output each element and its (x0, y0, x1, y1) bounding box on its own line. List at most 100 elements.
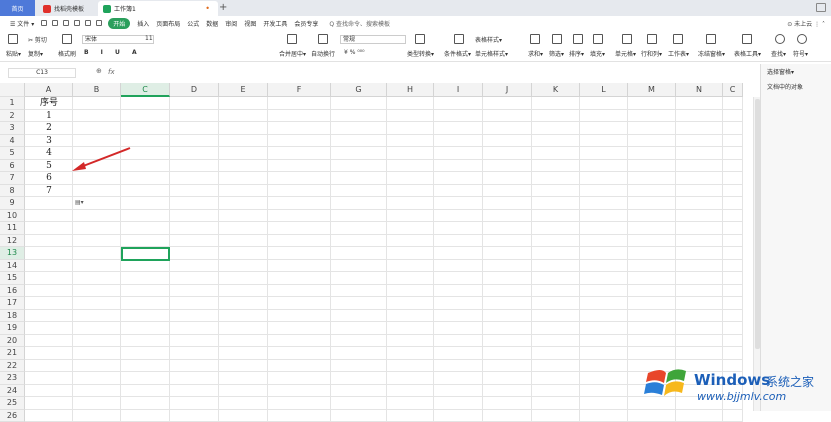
menu-member[interactable]: 会员专享 (294, 19, 318, 28)
scrollbar-thumb[interactable] (755, 99, 760, 349)
column-header[interactable]: A (25, 83, 73, 97)
tab-template[interactable]: 找稻壳模板 (38, 1, 96, 16)
table-tools-icon[interactable] (742, 34, 752, 44)
wrap-icon[interactable] (318, 34, 328, 44)
sum-button[interactable]: 求和▾ (528, 49, 543, 58)
filter-button[interactable]: 筛选▾ (549, 49, 564, 58)
row-header[interactable]: 25 (0, 397, 25, 410)
column-header[interactable]: I (434, 83, 483, 97)
window-layout-icon[interactable] (816, 3, 826, 12)
row-header[interactable]: 4 (0, 135, 25, 148)
row-header[interactable]: 21 (0, 347, 25, 360)
find-icon[interactable] (775, 34, 785, 44)
undo-icon[interactable] (85, 20, 91, 26)
sort-icon[interactable] (573, 34, 583, 44)
unsaved-dot-icon[interactable]: • (205, 4, 210, 13)
row-header[interactable]: 17 (0, 297, 25, 310)
fx-icon[interactable]: fx (108, 68, 115, 76)
spreadsheet-grid[interactable]: ABCDEFGHIJKLMNC1234567891011121314151617… (0, 83, 760, 411)
paste-icon[interactable] (8, 34, 18, 44)
new-tab-button[interactable]: + (219, 2, 227, 13)
sheet-button[interactable]: 工作表▾ (668, 49, 689, 58)
row-header[interactable]: 24 (0, 385, 25, 398)
zoom-icon[interactable]: ⊕ (96, 67, 102, 75)
sheet-icon[interactable] (673, 34, 683, 44)
selected-cell[interactable] (121, 247, 170, 261)
menu-start[interactable]: 开始 (108, 18, 130, 29)
format-painter-icon[interactable] (62, 34, 72, 44)
row-header[interactable]: 2 (0, 110, 25, 123)
format-painter-button[interactable]: 格式刷 (58, 49, 76, 58)
data-cell[interactable]: 2 (25, 122, 73, 135)
row-header[interactable]: 15 (0, 272, 25, 285)
fill-icon[interactable] (593, 34, 603, 44)
column-header[interactable]: C (723, 83, 743, 97)
row-header[interactable]: 9 (0, 197, 25, 210)
row-header[interactable]: 12 (0, 235, 25, 248)
row-header[interactable]: 6 (0, 160, 25, 173)
column-header[interactable]: E (219, 83, 268, 97)
cut-button[interactable]: ✂ 剪切 (28, 35, 47, 44)
cells-button[interactable]: 单元格▾ (615, 49, 636, 58)
cond-format-icon[interactable] (454, 34, 464, 44)
row-header[interactable]: 20 (0, 335, 25, 348)
row-header[interactable]: 23 (0, 372, 25, 385)
copy-button[interactable]: 复制▾ (28, 49, 43, 58)
menu-insert[interactable]: 插入 (137, 19, 149, 28)
table-tools-button[interactable]: 表格工具▾ (734, 49, 761, 58)
symbol-button[interactable]: 符号▾ (793, 49, 808, 58)
save-icon[interactable] (41, 20, 47, 26)
cloud-status[interactable]: ⊙ 未上云 ⋮ ˄ (787, 19, 825, 28)
font-style-buttons[interactable]: B I U A (84, 49, 142, 56)
row-header[interactable]: 14 (0, 260, 25, 273)
row-header[interactable]: 3 (0, 122, 25, 135)
cells-icon[interactable] (622, 34, 632, 44)
convert-button[interactable]: 类型转换▾ (407, 49, 434, 58)
menu-developer[interactable]: 开发工具 (263, 19, 287, 28)
menu-review[interactable]: 审阅 (225, 19, 237, 28)
column-header[interactable]: L (580, 83, 628, 97)
row-header[interactable]: 22 (0, 360, 25, 373)
row-header[interactable]: 1 (0, 97, 25, 110)
row-header[interactable]: 19 (0, 322, 25, 335)
name-box[interactable]: C13 (8, 68, 76, 78)
font-family-select[interactable]: 宋体 (82, 35, 154, 44)
freeze-button[interactable]: 冻结窗格▾ (698, 49, 725, 58)
data-cell[interactable]: 7 (25, 185, 73, 198)
sum-icon[interactable] (530, 34, 540, 44)
find-button[interactable]: 查找▾ (771, 49, 786, 58)
filter-icon[interactable] (552, 34, 562, 44)
column-header[interactable]: H (387, 83, 434, 97)
fill-button[interactable]: 填充▾ (590, 49, 605, 58)
tab-workbook[interactable]: 工作簿1 • (98, 1, 218, 16)
sort-button[interactable]: 排序▾ (569, 49, 584, 58)
row-header[interactable]: 8 (0, 185, 25, 198)
menu-view[interactable]: 视图 (244, 19, 256, 28)
row-header[interactable]: 16 (0, 285, 25, 298)
header-cell[interactable]: 序号 (25, 97, 73, 110)
convert-icon[interactable] (415, 34, 425, 44)
column-header[interactable]: J (483, 83, 532, 97)
font-size-select[interactable]: 11 (145, 35, 173, 44)
data-cell[interactable]: 1 (25, 110, 73, 123)
print-icon[interactable] (63, 20, 69, 26)
row-header[interactable]: 11 (0, 222, 25, 235)
menu-data[interactable]: 数据 (206, 19, 218, 28)
cell-style-button[interactable]: 单元格样式▾ (475, 49, 508, 58)
tab-home[interactable]: 首页 (0, 0, 35, 16)
table-style-button[interactable]: 表格样式▾ (475, 35, 502, 44)
command-search[interactable]: Q 查找命令、搜索模板 (329, 19, 390, 28)
export-icon[interactable] (52, 20, 58, 26)
select-all-corner[interactable] (0, 83, 25, 97)
row-header[interactable]: 13 (0, 247, 25, 260)
freeze-icon[interactable] (706, 34, 716, 44)
row-header[interactable]: 5 (0, 147, 25, 160)
column-header[interactable]: B (73, 83, 121, 97)
merge-icon[interactable] (287, 34, 297, 44)
cond-format-button[interactable]: 条件格式▾ (444, 49, 471, 58)
redo-icon[interactable] (96, 20, 102, 26)
menu-page-layout[interactable]: 页面布局 (156, 19, 180, 28)
row-header[interactable]: 26 (0, 410, 25, 422)
column-header[interactable]: C (121, 83, 170, 97)
row-header[interactable]: 10 (0, 210, 25, 223)
